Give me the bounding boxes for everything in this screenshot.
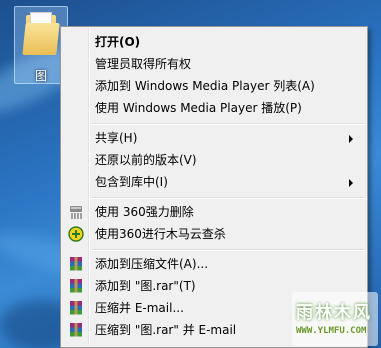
menu-item-label: 压缩到 "图.rar" 并 E-mail	[95, 323, 237, 337]
winrar-icon	[70, 257, 82, 271]
menu-item-restore-previous-versions[interactable]: 还原以前的版本(V)	[63, 149, 365, 171]
menu-item-label: 添加到压缩文件(A)...	[95, 257, 209, 271]
watermark-url: WWW.YLMFU.COM	[296, 326, 367, 336]
360-scan-icon	[68, 226, 84, 242]
menu-item-take-ownership[interactable]: 管理员取得所有权	[63, 53, 365, 75]
menu-item-label: 打开(O)	[95, 35, 141, 49]
winrar-icon	[70, 323, 82, 337]
menu-item-360-force-delete[interactable]: 使用 360强力删除	[63, 201, 365, 223]
menu-item-label: 添加到 "图.rar"(T)	[95, 279, 196, 293]
menu-item-label: 使用 Windows Media Player 播放(P)	[95, 101, 302, 115]
menu-separator	[91, 197, 365, 199]
menu-item-label: 压缩并 E-mail...	[95, 301, 184, 315]
menu-item-label: 还原以前的版本(V)	[95, 153, 197, 167]
menu-item-360-trojan-scan[interactable]: 使用360进行木马云查杀	[63, 223, 365, 245]
watermark-logo: 雨林木风 WWW.YLMFU.COM	[292, 292, 378, 346]
folder-front-shape	[22, 23, 60, 55]
submenu-arrow-icon	[349, 179, 353, 187]
menu-item-add-to-wmp-list[interactable]: 添加到 Windows Media Player 列表(A)	[63, 75, 365, 97]
menu-item-share[interactable]: 共享(H)	[63, 127, 365, 149]
menu-item-add-to-archive[interactable]: 添加到压缩文件(A)...	[63, 253, 365, 275]
menu-item-open[interactable]: 打开(O)	[63, 31, 365, 53]
winrar-icon	[70, 279, 82, 293]
menu-separator	[91, 249, 365, 251]
watermark-title: 雨林木风	[296, 303, 372, 323]
menu-item-label: 使用 360强力删除	[95, 205, 194, 219]
shredder-icon	[70, 206, 82, 219]
menu-item-play-with-wmp[interactable]: 使用 Windows Media Player 播放(P)	[63, 97, 365, 119]
menu-item-label: 共享(H)	[95, 131, 138, 145]
menu-item-label: 管理员取得所有权	[95, 57, 192, 71]
submenu-arrow-icon	[349, 135, 353, 143]
menu-item-include-in-library[interactable]: 包含到库中(I)	[63, 171, 365, 193]
menu-item-label: 包含到库中(I)	[95, 175, 168, 189]
winrar-icon	[70, 301, 82, 315]
menu-separator	[91, 123, 365, 125]
menu-item-label: 添加到 Windows Media Player 列表(A)	[95, 79, 315, 93]
menu-item-label: 使用360进行木马云查杀	[95, 227, 226, 241]
